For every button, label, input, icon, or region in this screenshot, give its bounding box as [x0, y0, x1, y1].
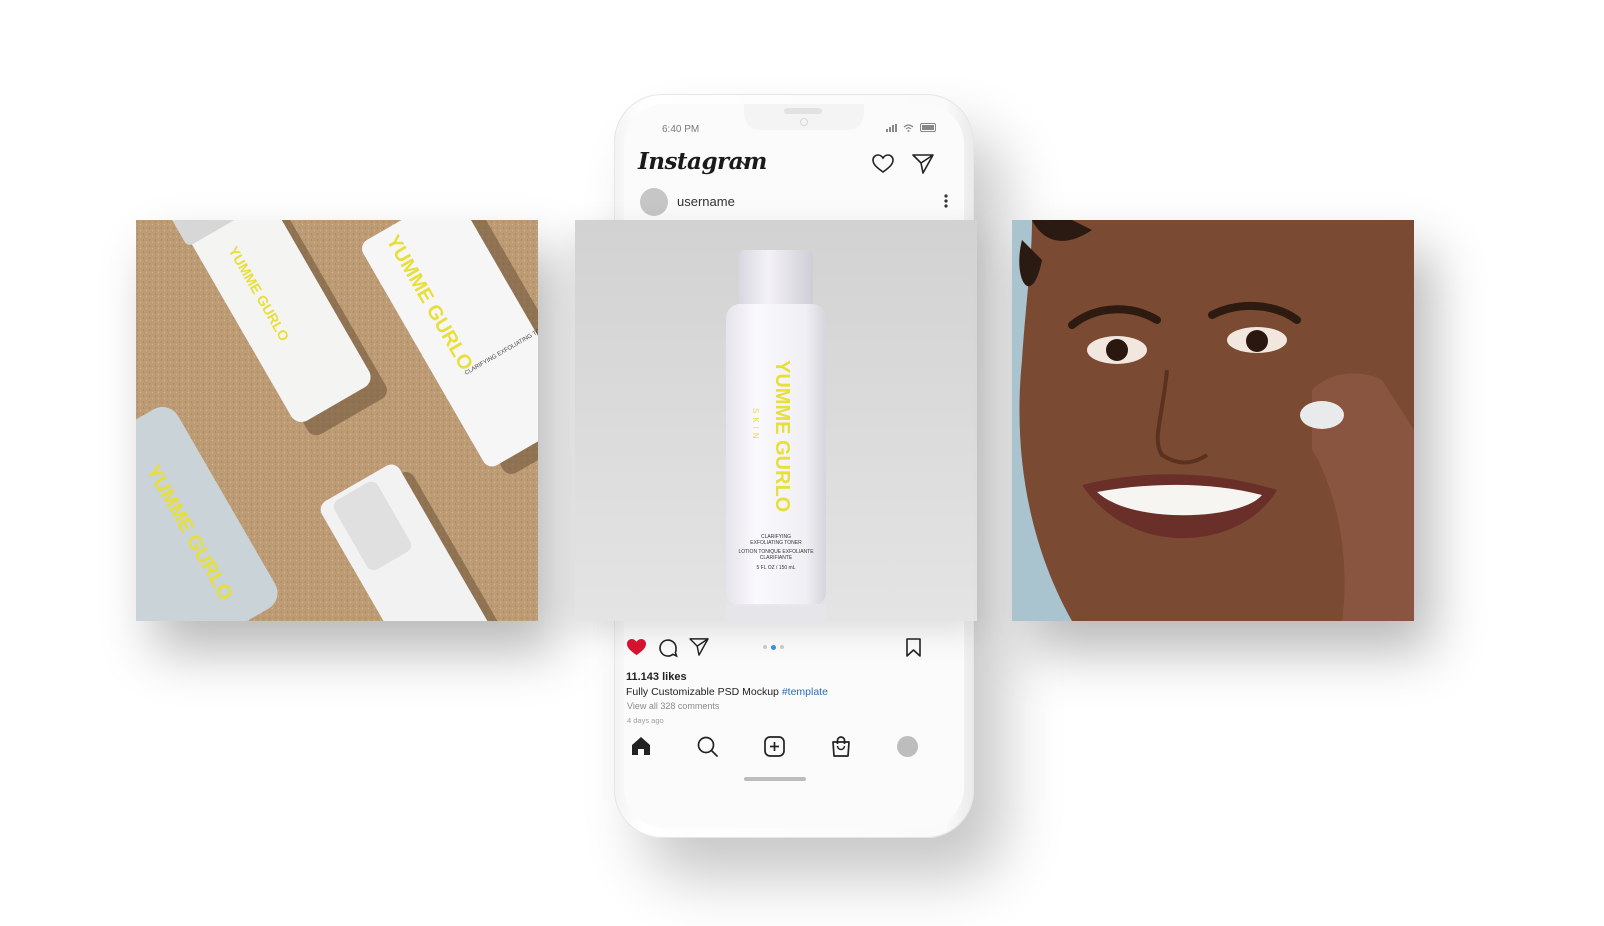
like-heart-icon[interactable]	[626, 638, 647, 657]
avatar[interactable]	[640, 188, 668, 216]
status-icons	[886, 123, 936, 132]
more-options-icon[interactable]	[944, 194, 948, 208]
mockup-stage: 6:40 PM Instagram username YUMME GURLO Y…	[0, 0, 1604, 926]
phone-notch	[744, 104, 864, 130]
send-icon[interactable]	[912, 154, 934, 174]
home-icon[interactable]	[631, 736, 651, 756]
add-post-icon[interactable]	[764, 736, 785, 757]
profile-avatar[interactable]	[897, 736, 918, 757]
post-username[interactable]: username	[677, 194, 735, 209]
carousel-image-left[interactable]: YUMME GURLO YUMME GURLO YUMME GURLO CLAR…	[136, 220, 538, 621]
status-time: 6:40 PM	[662, 124, 700, 135]
chevron-down-icon[interactable]	[740, 160, 750, 167]
search-icon[interactable]	[697, 736, 718, 757]
bookmark-icon[interactable]	[905, 638, 922, 657]
label-line2: EXFOLIATING TONER	[750, 540, 802, 546]
brand-logo-text: YUMME GURLO	[771, 360, 793, 513]
home-indicator	[744, 777, 806, 781]
likes-count[interactable]: 11.143 likes	[626, 671, 687, 683]
label-fr: LOTION TONIQUE EXFOLIANTE CLARIFIANTE	[738, 549, 814, 561]
comment-icon[interactable]	[658, 638, 678, 658]
label-size: 5 FL OZ / 150 mL	[756, 565, 796, 571]
caption-text: Fully Customizable PSD Mockup	[626, 686, 779, 698]
carousel-image-right[interactable]	[1012, 220, 1414, 621]
battery-icon	[920, 123, 936, 132]
shop-icon[interactable]	[831, 736, 851, 757]
share-icon[interactable]	[689, 638, 709, 656]
hashtag-link[interactable]: #template	[782, 686, 828, 698]
signal-icon	[886, 123, 897, 132]
view-comments-link[interactable]: View all 328 comments	[627, 701, 719, 711]
brand-sub-text: SKIN	[751, 408, 760, 443]
wifi-icon	[903, 123, 914, 132]
carousel-indicator	[763, 644, 784, 650]
label-block: CLARIFYING EXFOLIATING TONER LOTION TONI…	[726, 534, 826, 571]
heart-icon[interactable]	[872, 154, 894, 174]
model-face-image	[1012, 220, 1414, 621]
post-time-ago: 4 days ago	[627, 716, 664, 725]
carousel-image-center[interactable]: YUMME GURLO SKIN CLARIFYING EXFOLIATING …	[575, 220, 977, 621]
products-flatlay-image: YUMME GURLO YUMME GURLO YUMME GURLO CLAR…	[136, 220, 538, 621]
post-caption: Fully Customizable PSD Mockup #template	[626, 686, 828, 698]
